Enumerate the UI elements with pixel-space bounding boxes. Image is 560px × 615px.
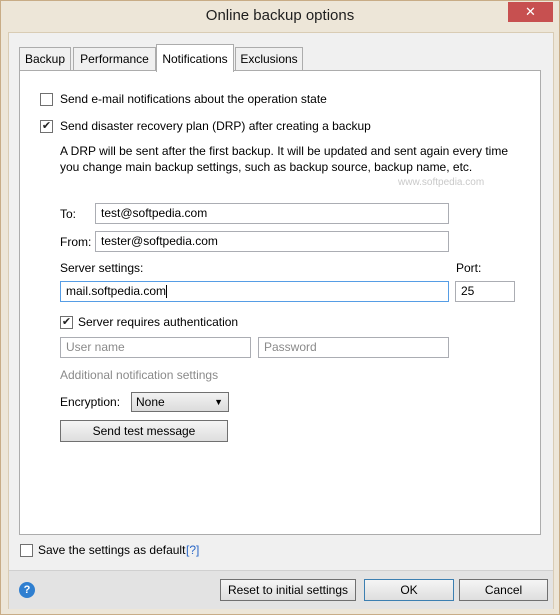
encryption-label: Encryption: bbox=[60, 395, 121, 409]
tab-exclusions[interactable]: Exclusions bbox=[235, 47, 303, 70]
window-title: Online backup options bbox=[205, 7, 355, 24]
chevron-down-icon: ▼ bbox=[214, 397, 223, 407]
additional-settings-label: Additional notification settings bbox=[60, 368, 219, 382]
port-field[interactable]: 25 bbox=[455, 281, 515, 302]
drp-checkbox[interactable]: ✔ bbox=[40, 120, 53, 133]
checkmark-icon: ✔ bbox=[61, 316, 72, 328]
drp-label: Send disaster recovery plan (DRP) after … bbox=[60, 119, 371, 133]
encryption-select[interactable]: None ▼ bbox=[131, 392, 229, 412]
title-bar[interactable]: Online backup options ✕ bbox=[1, 1, 559, 32]
server-value: mail.softpedia.com bbox=[66, 284, 167, 298]
tab-backup[interactable]: Backup bbox=[19, 47, 71, 70]
drp-description-line1: A DRP will be sent after the first backu… bbox=[60, 144, 509, 158]
reset-button[interactable]: Reset to initial settings bbox=[220, 579, 356, 601]
tab-notifications[interactable]: Notifications bbox=[156, 44, 234, 72]
save-default-label: Save the settings as default bbox=[38, 543, 186, 557]
checkmark-icon: ✔ bbox=[41, 120, 52, 132]
tab-performance[interactable]: Performance bbox=[73, 47, 156, 70]
dialog-window: Online backup options ✕ Backup Performan… bbox=[0, 0, 560, 615]
send-test-message-button[interactable]: Send test message bbox=[60, 420, 228, 442]
help-link[interactable]: [?] bbox=[186, 543, 199, 557]
auth-checkbox[interactable]: ✔ bbox=[60, 316, 73, 329]
email-notifications-label: Send e-mail notifications about the oper… bbox=[60, 92, 327, 106]
close-button[interactable]: ✕ bbox=[508, 2, 553, 22]
from-field[interactable]: tester@softpedia.com bbox=[95, 231, 449, 252]
from-label: From: bbox=[60, 235, 92, 249]
password-field[interactable]: Password bbox=[258, 337, 449, 358]
cancel-button[interactable]: Cancel bbox=[459, 579, 548, 601]
notifications-panel: Send e-mail notifications about the oper… bbox=[19, 70, 541, 535]
server-field[interactable]: mail.softpedia.com bbox=[60, 281, 449, 302]
save-default-checkbox[interactable] bbox=[20, 544, 33, 557]
encryption-value: None bbox=[136, 395, 165, 409]
text-cursor bbox=[166, 285, 168, 299]
to-field[interactable]: test@softpedia.com bbox=[95, 203, 449, 224]
drp-description-line2: you change main backup settings, such as… bbox=[60, 160, 473, 174]
close-icon: ✕ bbox=[525, 4, 536, 19]
username-field[interactable]: User name bbox=[60, 337, 251, 358]
auth-label: Server requires authentication bbox=[78, 315, 239, 329]
help-icon[interactable]: ? bbox=[19, 582, 35, 598]
to-label: To: bbox=[60, 207, 77, 221]
watermark: www.softpedia.com bbox=[398, 177, 485, 188]
ok-button[interactable]: OK bbox=[364, 579, 454, 601]
email-notifications-checkbox[interactable] bbox=[40, 93, 53, 106]
server-settings-label: Server settings: bbox=[60, 261, 144, 275]
port-label: Port: bbox=[456, 261, 482, 275]
dialog-body: Backup Performance Notifications Exclusi… bbox=[8, 32, 554, 609]
